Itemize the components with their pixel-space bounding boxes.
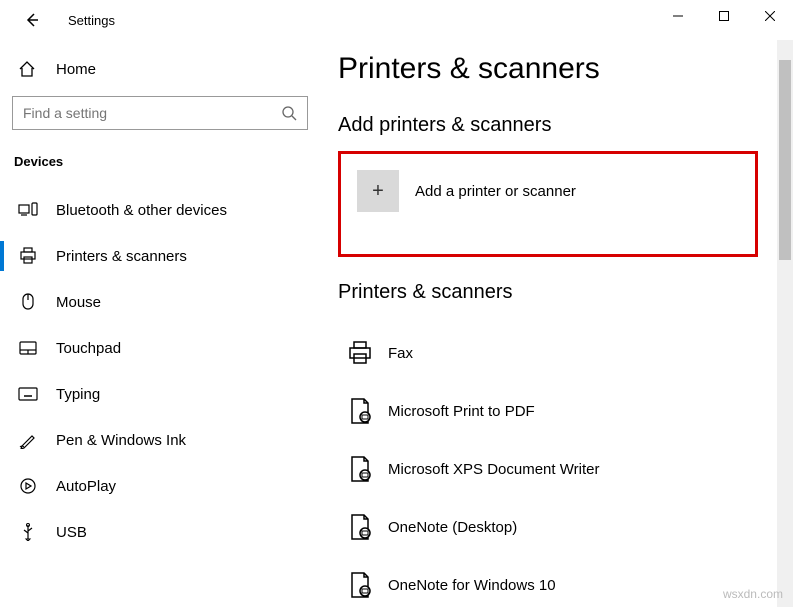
section-label: Devices bbox=[0, 154, 320, 187]
watermark: wsxdn.com bbox=[723, 587, 783, 601]
scrollbar-thumb[interactable] bbox=[779, 60, 791, 260]
window-controls bbox=[655, 0, 793, 32]
printer-label: OneNote (Desktop) bbox=[388, 519, 517, 536]
sidebar: Home Devices Bluetooth & other devices P… bbox=[0, 40, 320, 607]
search-field[interactable] bbox=[23, 105, 281, 121]
touchpad-icon bbox=[18, 341, 38, 355]
printer-document-icon bbox=[338, 513, 382, 541]
pen-icon bbox=[18, 431, 38, 449]
keyboard-icon bbox=[18, 387, 38, 401]
page-title: Printers & scanners bbox=[338, 52, 793, 86]
plus-icon: + bbox=[357, 170, 399, 212]
printer-item-xps[interactable]: Microsoft XPS Document Writer bbox=[338, 440, 793, 498]
sidebar-item-typing[interactable]: Typing bbox=[0, 371, 320, 417]
printer-item-onenote-win10[interactable]: OneNote for Windows 10 bbox=[338, 556, 793, 614]
printer-document-icon bbox=[338, 397, 382, 425]
autoplay-icon bbox=[18, 477, 38, 495]
close-icon bbox=[765, 11, 775, 21]
printer-label: OneNote for Windows 10 bbox=[388, 577, 556, 594]
printer-item-onenote-desktop[interactable]: OneNote (Desktop) bbox=[338, 498, 793, 556]
sidebar-item-label: Touchpad bbox=[56, 340, 121, 357]
sidebar-item-label: Pen & Windows Ink bbox=[56, 432, 186, 449]
sidebar-item-pen[interactable]: Pen & Windows Ink bbox=[0, 417, 320, 463]
printer-document-icon bbox=[338, 571, 382, 599]
add-printer-highlight-box: + Add a printer or scanner bbox=[338, 151, 758, 257]
devices-icon bbox=[18, 202, 38, 218]
sidebar-item-label: Bluetooth & other devices bbox=[56, 202, 227, 219]
printer-item-fax[interactable]: Fax bbox=[338, 324, 793, 382]
main-content: Printers & scanners Add printers & scann… bbox=[320, 40, 793, 607]
scrollbar[interactable] bbox=[777, 40, 793, 607]
sidebar-item-label: Printers & scanners bbox=[56, 248, 187, 265]
printer-device-icon bbox=[338, 339, 382, 367]
usb-icon bbox=[18, 523, 38, 541]
sidebar-item-usb[interactable]: USB bbox=[0, 509, 320, 555]
sidebar-item-label: AutoPlay bbox=[56, 478, 116, 495]
sidebar-item-label: Typing bbox=[56, 386, 100, 403]
printers-list-heading: Printers & scanners bbox=[338, 281, 793, 304]
home-label: Home bbox=[56, 61, 96, 78]
back-button[interactable] bbox=[20, 8, 44, 32]
printer-label: Microsoft Print to PDF bbox=[388, 403, 535, 420]
sidebar-item-printers[interactable]: Printers & scanners bbox=[0, 233, 320, 279]
sidebar-item-touchpad[interactable]: Touchpad bbox=[0, 325, 320, 371]
search-input[interactable] bbox=[12, 96, 308, 130]
printer-icon bbox=[18, 247, 38, 265]
back-arrow-icon bbox=[24, 12, 40, 28]
maximize-icon bbox=[719, 11, 729, 21]
minimize-icon bbox=[673, 11, 683, 21]
printer-item-pdf[interactable]: Microsoft Print to PDF bbox=[338, 382, 793, 440]
sidebar-item-bluetooth[interactable]: Bluetooth & other devices bbox=[0, 187, 320, 233]
search-icon bbox=[281, 105, 297, 121]
sidebar-item-label: USB bbox=[56, 524, 87, 541]
mouse-icon bbox=[18, 293, 38, 311]
add-printer-label: Add a printer or scanner bbox=[415, 183, 576, 200]
printer-list: Fax Microsoft Print to PDF Microsoft XPS… bbox=[338, 318, 793, 614]
maximize-button[interactable] bbox=[701, 0, 747, 32]
sidebar-item-autoplay[interactable]: AutoPlay bbox=[0, 463, 320, 509]
printer-label: Microsoft XPS Document Writer bbox=[388, 461, 599, 478]
printer-label: Fax bbox=[388, 345, 413, 362]
home-nav[interactable]: Home bbox=[0, 60, 320, 96]
close-button[interactable] bbox=[747, 0, 793, 32]
printer-document-icon bbox=[338, 455, 382, 483]
add-section-heading: Add printers & scanners bbox=[338, 114, 793, 137]
add-printer-button[interactable]: + Add a printer or scanner bbox=[357, 170, 739, 212]
minimize-button[interactable] bbox=[655, 0, 701, 32]
sidebar-item-mouse[interactable]: Mouse bbox=[0, 279, 320, 325]
sidebar-item-label: Mouse bbox=[56, 294, 101, 311]
window-title: Settings bbox=[68, 13, 115, 28]
home-icon bbox=[18, 60, 38, 78]
